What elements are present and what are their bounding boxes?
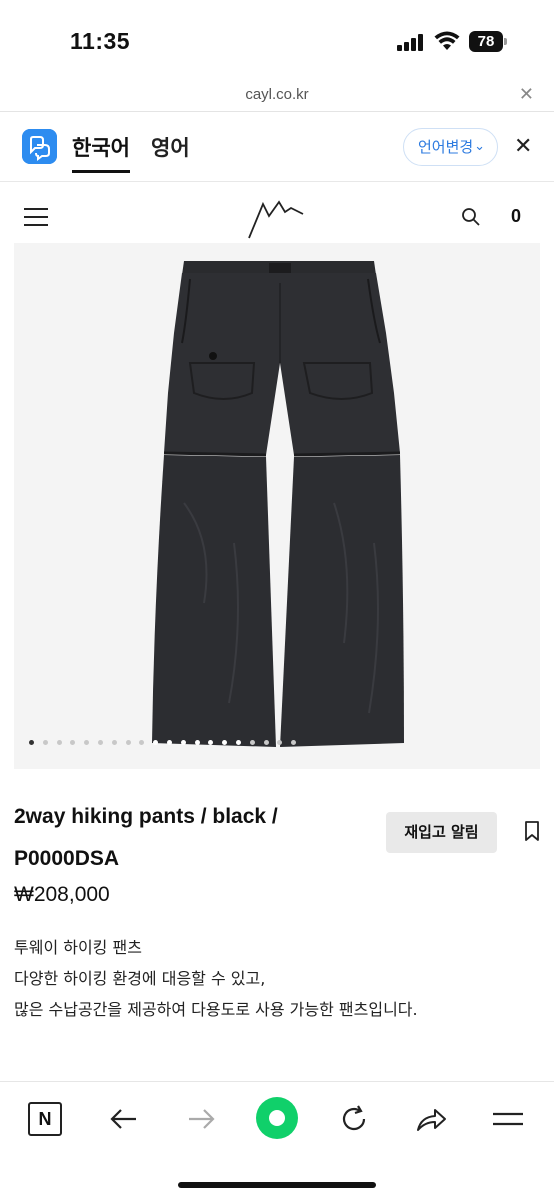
translate-logo-icon xyxy=(22,129,57,164)
hamburger-menu-icon[interactable] xyxy=(24,208,48,226)
carousel-dot[interactable] xyxy=(236,740,241,745)
reload-icon[interactable] xyxy=(336,1101,372,1137)
product-description: 투웨이 하이킹 팬츠 다양한 하이킹 환경에 대응할 수 있고, 많은 수납공간… xyxy=(14,932,540,1025)
carousel-dot[interactable] xyxy=(29,740,34,745)
forward-arrow-icon[interactable] xyxy=(183,1101,219,1137)
carousel-dot[interactable] xyxy=(42,740,48,745)
carousel-dot[interactable] xyxy=(263,740,269,745)
translate-bar: 한국어 영어 언어변경 ⌄ ✕ xyxy=(0,112,554,182)
carousel-dot[interactable] xyxy=(222,740,228,745)
carousel-dot[interactable] xyxy=(139,740,145,745)
description-line: 많은 수납공간을 제공하여 다용도로 사용 가능한 팬츠입니다. xyxy=(14,1000,418,1019)
tab-english[interactable]: 영어 xyxy=(151,132,190,162)
carousel-dot[interactable] xyxy=(194,740,200,745)
carousel-dot[interactable] xyxy=(153,740,159,745)
change-language-label: 언어변경 xyxy=(418,138,474,156)
carousel-dot[interactable] xyxy=(277,740,283,745)
battery-icon: 78 xyxy=(469,31,507,52)
carousel-dot[interactable] xyxy=(111,740,117,745)
product-price: ₩208,000 xyxy=(14,883,110,906)
brand-logo[interactable] xyxy=(245,198,307,240)
carousel-dot[interactable] xyxy=(70,740,76,745)
wifi-icon xyxy=(434,31,460,50)
carousel-dot[interactable] xyxy=(167,740,172,745)
chevron-down-icon: ⌄ xyxy=(474,139,485,154)
carousel-dot[interactable] xyxy=(180,740,186,745)
description-line: 다양한 하이킹 환경에 대응할 수 있고, xyxy=(14,969,266,988)
carousel-dot[interactable] xyxy=(249,740,255,745)
carousel-dot[interactable] xyxy=(291,740,297,745)
home-indicator xyxy=(178,1182,376,1188)
menu-icon[interactable] xyxy=(490,1101,526,1137)
back-arrow-icon[interactable] xyxy=(106,1101,142,1137)
carousel-dot[interactable] xyxy=(84,740,90,745)
search-icon[interactable] xyxy=(461,207,481,227)
cart-count[interactable]: 0 xyxy=(511,206,521,227)
carousel-dot[interactable] xyxy=(56,740,62,745)
product-name: 2way hiking pants / black / P0000DSA xyxy=(14,805,278,870)
restock-alert-button[interactable]: 재입고 알림 xyxy=(386,812,497,853)
pants-illustration xyxy=(152,261,404,747)
close-translate-icon[interactable]: ✕ xyxy=(514,134,532,159)
share-icon[interactable] xyxy=(413,1101,449,1137)
green-home-icon[interactable] xyxy=(256,1097,298,1139)
product-image[interactable] xyxy=(14,243,540,769)
change-language-button[interactable]: 언어변경 ⌄ xyxy=(403,128,498,166)
signal-icon xyxy=(397,33,425,51)
description-line: 투웨이 하이킹 팬츠 xyxy=(14,938,142,957)
naver-n-icon[interactable]: N xyxy=(28,1102,62,1136)
url-text[interactable]: cayl.co.kr xyxy=(0,86,554,103)
carousel-dot[interactable] xyxy=(125,740,131,745)
status-bar: 11:35 78 xyxy=(0,0,554,80)
close-icon[interactable]: ✕ xyxy=(519,84,534,105)
battery-level: 78 xyxy=(469,31,503,52)
url-bar[interactable]: cayl.co.kr ✕ xyxy=(0,80,554,112)
tab-korean[interactable]: 한국어 xyxy=(72,132,130,173)
carousel-dot[interactable] xyxy=(208,740,214,745)
status-time: 11:35 xyxy=(70,28,131,54)
bookmark-icon[interactable] xyxy=(523,820,541,842)
carousel-dot[interactable] xyxy=(98,740,103,745)
bottom-toolbar: N xyxy=(0,1081,554,1200)
site-header: 0 xyxy=(0,182,554,252)
carousel-dots[interactable] xyxy=(14,740,540,750)
